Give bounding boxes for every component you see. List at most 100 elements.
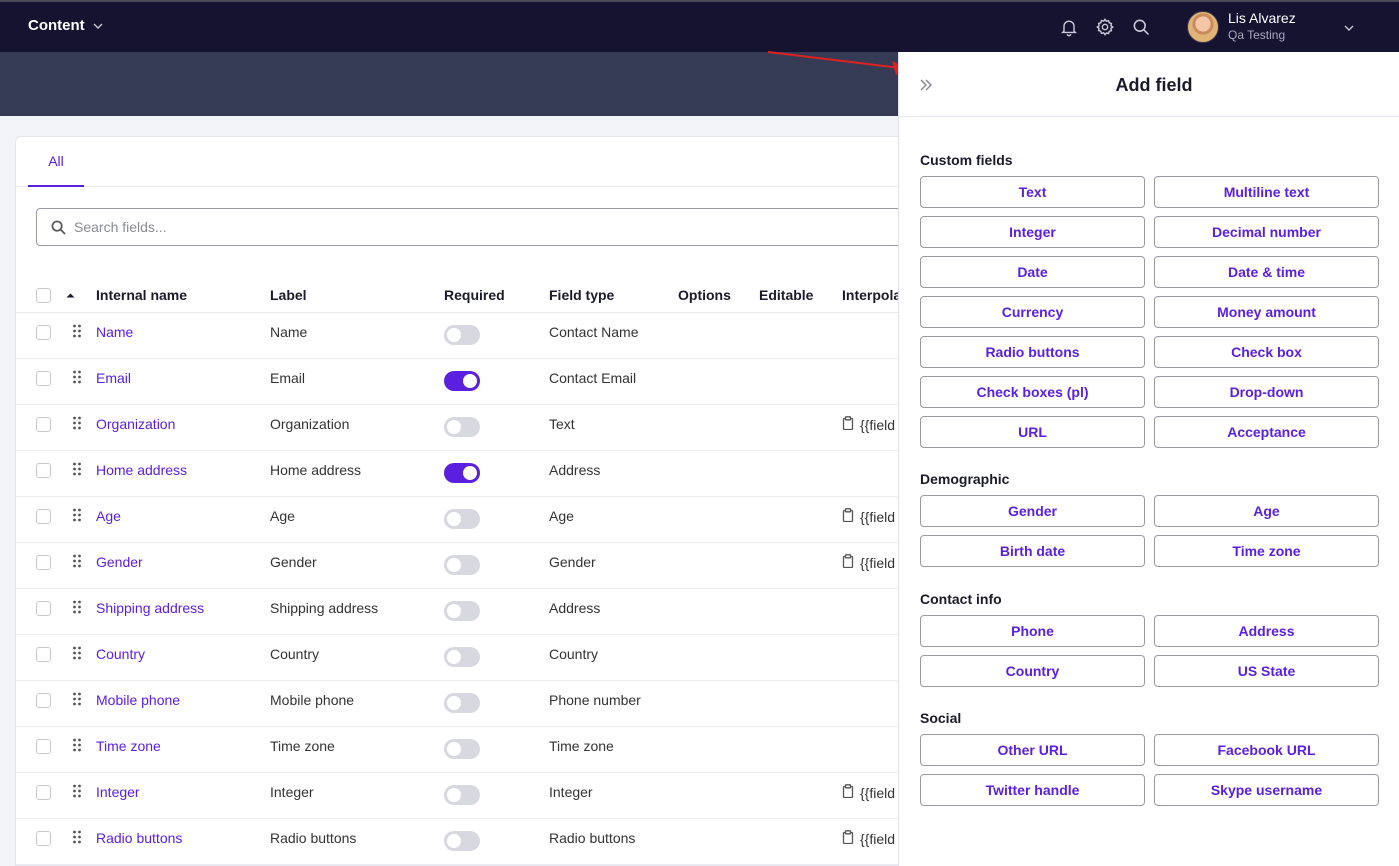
internal-name-link[interactable]: Country [96, 646, 145, 662]
search-box[interactable] [36, 208, 916, 246]
required-toggle[interactable] [444, 647, 480, 667]
required-toggle[interactable] [444, 371, 480, 391]
required-toggle[interactable] [444, 509, 480, 529]
required-toggle[interactable] [444, 785, 480, 805]
select-all-checkbox[interactable] [36, 288, 51, 303]
clipboard-icon[interactable] [842, 830, 854, 847]
add-field-button[interactable]: Check boxes (pl) [920, 376, 1145, 408]
gear-icon[interactable] [1094, 16, 1116, 38]
required-toggle[interactable] [444, 739, 480, 759]
add-field-button[interactable]: Date [920, 256, 1145, 288]
clipboard-icon[interactable] [842, 784, 854, 801]
drag-handle-icon[interactable] [71, 692, 83, 706]
drag-handle-icon[interactable] [71, 784, 83, 798]
add-field-button[interactable]: Money amount [1154, 296, 1379, 328]
drag-handle-icon[interactable] [71, 416, 83, 430]
content-menu[interactable]: Content [28, 17, 103, 34]
internal-name-link[interactable]: Gender [96, 554, 143, 570]
add-field-button[interactable]: Skype username [1154, 774, 1379, 806]
row-checkbox[interactable] [36, 693, 51, 708]
internal-name-link[interactable]: Radio buttons [96, 830, 182, 846]
add-field-button[interactable]: Integer [920, 216, 1145, 248]
drag-handle-icon[interactable] [71, 830, 83, 844]
drag-handle-icon[interactable] [71, 508, 83, 522]
row-checkbox[interactable] [36, 555, 51, 570]
drag-handle-icon[interactable] [71, 554, 83, 568]
tab-all[interactable]: All [28, 137, 84, 187]
internal-name-link[interactable]: Integer [96, 784, 140, 800]
add-field-button[interactable]: Facebook URL [1154, 734, 1379, 766]
add-field-button[interactable]: Text [920, 176, 1145, 208]
internal-name-link[interactable]: Mobile phone [96, 692, 180, 708]
col-interpolation[interactable]: Interpola [842, 287, 901, 303]
add-field-button[interactable]: Birth date [920, 535, 1145, 567]
row-checkbox[interactable] [36, 463, 51, 478]
clipboard-icon[interactable] [842, 416, 854, 433]
add-field-button[interactable]: Check box [1154, 336, 1379, 368]
internal-name-link[interactable]: Name [96, 324, 133, 340]
row-checkbox[interactable] [36, 509, 51, 524]
add-field-button[interactable]: Radio buttons [920, 336, 1145, 368]
row-checkbox[interactable] [36, 371, 51, 386]
required-toggle[interactable] [444, 463, 480, 483]
table-row: Age Age Age {{field [16, 497, 916, 543]
add-field-button[interactable]: Other URL [920, 734, 1145, 766]
row-checkbox[interactable] [36, 601, 51, 616]
col-options[interactable]: Options [678, 287, 731, 303]
row-checkbox[interactable] [36, 325, 51, 340]
search-icon[interactable] [1130, 16, 1152, 38]
drag-handle-icon[interactable] [71, 370, 83, 384]
add-field-button[interactable]: Country [920, 655, 1145, 687]
drag-handle-icon[interactable] [71, 324, 83, 338]
add-field-button[interactable]: Decimal number [1154, 216, 1379, 248]
row-checkbox[interactable] [36, 785, 51, 800]
add-field-button[interactable]: US State [1154, 655, 1379, 687]
internal-name-link[interactable]: Home address [96, 462, 187, 478]
add-field-button[interactable]: Time zone [1154, 535, 1379, 567]
required-toggle[interactable] [444, 831, 480, 851]
internal-name-link[interactable]: Shipping address [96, 600, 204, 616]
add-field-button[interactable]: Currency [920, 296, 1145, 328]
add-field-button[interactable]: Gender [920, 495, 1145, 527]
row-checkbox[interactable] [36, 831, 51, 846]
interpolation-cell: {{field [842, 554, 895, 571]
clipboard-icon[interactable] [842, 508, 854, 525]
add-field-button[interactable]: Address [1154, 615, 1379, 647]
drag-handle-icon[interactable] [71, 738, 83, 752]
internal-name-link[interactable]: Organization [96, 416, 175, 432]
add-field-button[interactable]: URL [920, 416, 1145, 448]
add-field-button[interactable]: Age [1154, 495, 1379, 527]
required-toggle[interactable] [444, 325, 480, 345]
col-label[interactable]: Label [270, 287, 307, 303]
col-editable[interactable]: Editable [759, 287, 813, 303]
add-field-button[interactable]: Date & time [1154, 256, 1379, 288]
search-input[interactable] [74, 219, 854, 235]
internal-name-link[interactable]: Time zone [96, 738, 161, 754]
add-field-button[interactable]: Multiline text [1154, 176, 1379, 208]
required-toggle[interactable] [444, 417, 480, 437]
add-field-button[interactable]: Twitter handle [920, 774, 1145, 806]
required-toggle[interactable] [444, 601, 480, 621]
add-field-button[interactable]: Acceptance [1154, 416, 1379, 448]
row-checkbox[interactable] [36, 417, 51, 432]
drag-handle-icon[interactable] [71, 462, 83, 476]
col-internal-name[interactable]: Internal name [96, 287, 187, 303]
clipboard-icon[interactable] [842, 554, 854, 571]
internal-name-link[interactable]: Age [96, 508, 121, 524]
chevron-down-icon[interactable] [1343, 22, 1355, 34]
col-required[interactable]: Required [444, 287, 505, 303]
drag-handle-icon[interactable] [71, 646, 83, 660]
bell-icon[interactable] [1058, 16, 1080, 38]
user-menu[interactable]: Lis Alvarez Qa Testing [1187, 10, 1296, 43]
row-checkbox[interactable] [36, 647, 51, 662]
required-toggle[interactable] [444, 555, 480, 575]
internal-name-link[interactable]: Email [96, 370, 131, 386]
interpolation-cell: {{field [842, 830, 895, 847]
row-checkbox[interactable] [36, 739, 51, 754]
add-field-button[interactable]: Phone [920, 615, 1145, 647]
col-field-type[interactable]: Field type [549, 287, 614, 303]
required-toggle[interactable] [444, 693, 480, 713]
drag-handle-icon[interactable] [71, 600, 83, 614]
sort-up-icon[interactable] [66, 291, 75, 300]
add-field-button[interactable]: Drop-down [1154, 376, 1379, 408]
